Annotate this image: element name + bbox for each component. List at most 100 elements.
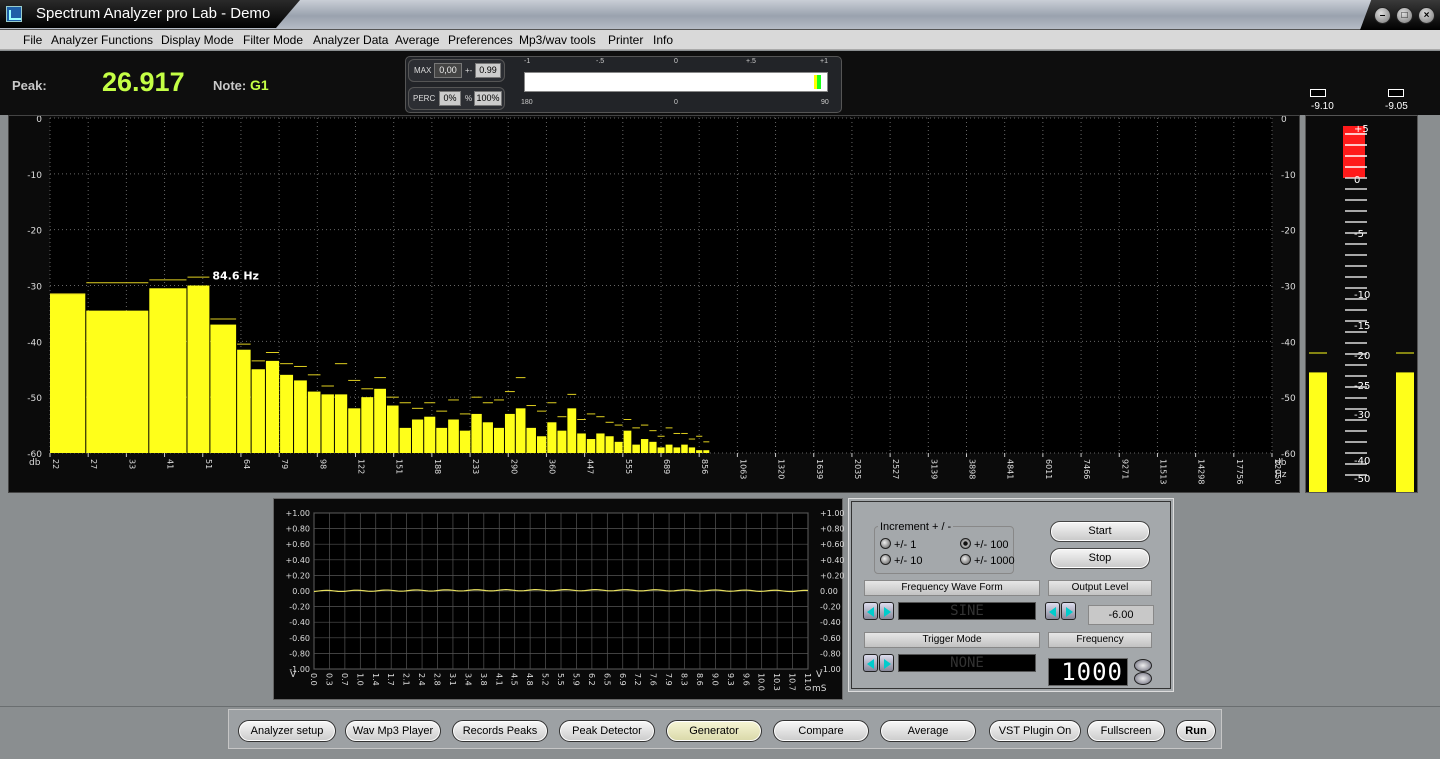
- scope-y-label: +1.00: [285, 509, 310, 518]
- run-button[interactable]: Run: [1176, 720, 1216, 742]
- x-tick-label: 1639: [815, 459, 824, 479]
- scope-y-label-right: -0.60: [820, 634, 841, 643]
- spectrum-bar: [149, 288, 187, 453]
- spectrum-bar: [696, 450, 703, 453]
- spectrum-bar: [86, 310, 149, 453]
- frequency-spinner[interactable]: [1134, 659, 1152, 685]
- scope-x-label: 8.3: [680, 673, 689, 686]
- trigger-prev[interactable]: [863, 654, 878, 672]
- wave-form-next[interactable]: [879, 602, 894, 620]
- menu-filter-mode[interactable]: Filter Mode: [243, 33, 303, 47]
- y-tick-label: -10: [27, 171, 42, 181]
- menu-average[interactable]: Average: [395, 33, 439, 47]
- menu-analyzer-functions[interactable]: Analyzer Functions: [51, 33, 153, 47]
- scope-x-label: 4.8: [525, 673, 534, 686]
- level-scale-label: -40: [1354, 456, 1370, 467]
- y-unit-label: db: [29, 458, 41, 468]
- frequency-down-icon[interactable]: [1134, 672, 1152, 685]
- output-level-value: -6.00: [1088, 605, 1154, 625]
- perc-full-value[interactable]: 100%: [474, 91, 502, 106]
- generator-button[interactable]: Generator: [666, 720, 762, 742]
- x-tick-label: 79: [280, 459, 289, 469]
- analyzer-setup-button[interactable]: Analyzer setup: [238, 720, 336, 742]
- fullscreen-button[interactable]: Fullscreen: [1087, 720, 1165, 742]
- maximize-button[interactable]: □: [1396, 7, 1413, 24]
- frequency-header: Frequency: [1048, 632, 1152, 648]
- wave-form-spinner[interactable]: [863, 602, 895, 620]
- spectrum-bar: [399, 427, 411, 453]
- button-tray: Analyzer setup Wav Mp3 Player Records Pe…: [228, 709, 1222, 749]
- y-tick-label-right: -30: [1281, 283, 1296, 293]
- max-value[interactable]: 0,00: [434, 63, 462, 78]
- window-controls: – □ ×: [1360, 0, 1440, 30]
- output-level-down[interactable]: [1045, 602, 1060, 620]
- menu-preferences[interactable]: Preferences: [448, 33, 513, 47]
- vst-plugin-button[interactable]: VST Plugin On: [989, 720, 1081, 742]
- spectrum-app-icon[interactable]: [6, 6, 22, 22]
- x-tick-label: 14298: [1197, 459, 1206, 484]
- menu-file[interactable]: File: [23, 33, 42, 47]
- scope-y-label: -0.60: [289, 634, 310, 643]
- menu-mp3-wav-tools[interactable]: Mp3/wav tools: [519, 33, 596, 47]
- spectrum-bar: [526, 427, 536, 453]
- close-button[interactable]: ×: [1418, 7, 1435, 24]
- increment-radio-10[interactable]: +/- 10: [880, 554, 922, 567]
- wave-form-prev[interactable]: [863, 602, 878, 620]
- scope-x-label: 7.6: [649, 673, 658, 686]
- frequency-display[interactable]: 1000: [1048, 658, 1128, 686]
- scope-x-label: 4.5: [510, 673, 519, 686]
- increment-radio-1[interactable]: +/- 1: [880, 538, 916, 551]
- output-level-up[interactable]: [1061, 602, 1076, 620]
- spectrum-bar: [471, 413, 482, 453]
- scope-x-label: 3.1: [448, 673, 457, 686]
- scope-x-label: 0.0: [309, 673, 318, 686]
- y-tick-label-right: 0: [1281, 116, 1287, 125]
- peak-detector-button[interactable]: Peak Detector: [559, 720, 655, 742]
- perc-value[interactable]: 0%: [439, 91, 461, 106]
- increment-radio-1000[interactable]: +/- 1000: [960, 554, 1015, 567]
- spectrum-bar: [547, 422, 557, 453]
- output-level-spinner[interactable]: [1045, 602, 1077, 620]
- minimize-button[interactable]: –: [1374, 7, 1391, 24]
- y-tick-label-right: -10: [1281, 171, 1296, 181]
- scope-x-label: 2.8: [433, 673, 442, 686]
- x-tick-label: 17756: [1235, 459, 1244, 484]
- average-button[interactable]: Average: [880, 720, 976, 742]
- spectrum-bar: [493, 427, 504, 453]
- menu-info[interactable]: Info: [653, 33, 673, 47]
- spectrum-bar: [623, 430, 632, 453]
- menu-analyzer-data[interactable]: Analyzer Data: [313, 33, 388, 47]
- compare-button[interactable]: Compare: [773, 720, 869, 742]
- scope-y-label: -0.40: [289, 618, 310, 627]
- scope-x-unit: mS: [812, 684, 827, 694]
- x-unit-label: Hz: [1275, 470, 1287, 480]
- plus-minus-value[interactable]: 0.99: [475, 63, 501, 78]
- frequency-up-icon[interactable]: [1134, 659, 1152, 672]
- level-meter-panel: +5 0 -5 -10 -15 -20 -25 -30 -40 -50: [1305, 115, 1418, 493]
- scope-y-label-right: +0.60: [820, 540, 844, 549]
- radio-label: +/- 1000: [974, 555, 1015, 567]
- spectrum-analyzer-display[interactable]: 22 27 33 41 51 64 79 98 122 151 188 233 290 360 447 555…: [8, 115, 1300, 493]
- peak-value: 26.917: [102, 67, 185, 97]
- x-tick-label: 41: [166, 459, 175, 469]
- left-level-readout: -9.10: [1311, 101, 1334, 112]
- wav-mp3-player-button[interactable]: Wav Mp3 Player: [345, 720, 441, 742]
- scope-y-unit: V: [290, 670, 297, 680]
- records-peaks-button[interactable]: Records Peaks: [452, 720, 548, 742]
- title-bar[interactable]: Spectrum Analyzer pro Lab - Demo – □ ×: [0, 0, 1440, 30]
- generator-controls: Increment + / - +/- 1 +/- 100 +/- 10 +/-…: [848, 498, 1174, 692]
- menu-display-mode[interactable]: Display Mode: [161, 33, 234, 47]
- spectrum-bar: [657, 447, 665, 453]
- scope-x-label: 6.5: [602, 673, 611, 686]
- x-tick-label: 3898: [968, 459, 977, 479]
- start-button[interactable]: Start: [1050, 521, 1150, 542]
- x-tick-label: 11513: [1158, 459, 1167, 484]
- trigger-mode-spinner[interactable]: [863, 654, 895, 672]
- scope-x-label: 10.7: [788, 673, 797, 691]
- stop-button[interactable]: Stop: [1050, 548, 1150, 569]
- left-arrow-icon: [867, 659, 874, 669]
- x-tick-label: 22: [51, 459, 60, 469]
- increment-radio-100[interactable]: +/- 100: [960, 538, 1009, 551]
- menu-printer[interactable]: Printer: [608, 33, 643, 47]
- trigger-next[interactable]: [879, 654, 894, 672]
